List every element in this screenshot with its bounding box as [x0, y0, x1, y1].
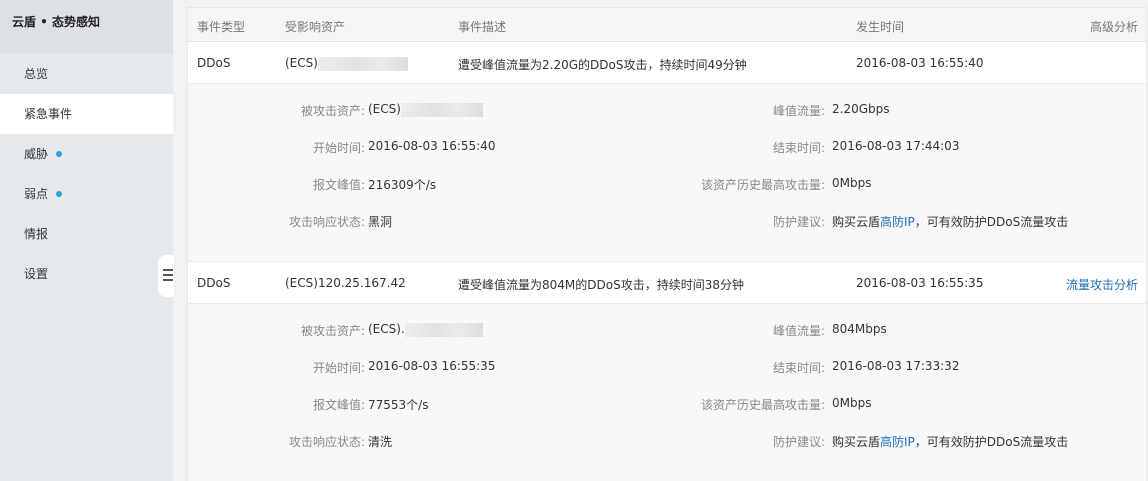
end-time-value: 2016-08-03 17:44:03: [832, 139, 960, 153]
peak-traffic-value: 2.20Gbps: [832, 102, 890, 116]
attacked-asset-value: (ECS).: [368, 322, 483, 337]
sidebar-item-weaknesses[interactable]: 弱点: [0, 174, 173, 214]
sidebar-item-label: 紧急事件: [24, 107, 73, 121]
end-time-value: 2016-08-03 17:33:32: [832, 359, 960, 373]
protection-advice-value: 购买云盾高防IP，可有效防护DDoS流量攻击: [832, 435, 1069, 449]
event-type: DDoS: [197, 56, 231, 70]
sidebar-item-intelligence[interactable]: 情报: [0, 214, 173, 254]
header-advanced-analysis: 高级分析: [1090, 20, 1139, 34]
protection-advice-label: 防护建议:: [772, 215, 825, 229]
occurrence-time: 2016-08-03 16:55:35: [856, 276, 984, 290]
history-max-label: 该资产历史最高攻击量:: [700, 178, 825, 192]
protection-advice-label: 防护建议:: [772, 435, 825, 449]
start-time-label: 开始时间:: [312, 141, 365, 155]
sidebar-item-emergency-events[interactable]: 紧急事件: [0, 94, 173, 134]
peak-traffic-label: 峰值流量:: [772, 324, 825, 338]
detail-row: 开始时间: 2016-08-03 16:55:40 结束时间: 2016-08-…: [188, 128, 1146, 165]
peak-traffic-label: 峰值流量:: [772, 104, 825, 118]
start-time-value: 2016-08-03 16:55:40: [368, 139, 496, 153]
event-item: DDoS (ECS)120.25.167.42 遭受峰值流量为804M的DDoS…: [188, 262, 1146, 481]
sidebar-item-label: 威胁: [24, 147, 49, 161]
history-max-value: 0Mbps: [832, 176, 872, 190]
notification-dot-icon: [56, 190, 63, 197]
history-max-value: 0Mbps: [832, 396, 872, 410]
anti-ddos-ip-link[interactable]: 高防IP: [880, 215, 915, 229]
event-type: DDoS: [197, 276, 231, 290]
attacked-asset-value: (ECS): [368, 102, 483, 117]
start-time-value: 2016-08-03 16:55:35: [368, 359, 496, 373]
redacted-ip: [404, 322, 483, 337]
notification-dot-icon: [56, 150, 63, 157]
response-status-label: 攻击响应状态:: [288, 215, 365, 229]
event-description: 遭受峰值流量为2.20G的DDoS攻击，持续时间49分钟: [458, 58, 747, 72]
detail-row: 被攻击资产: (ECS) 峰值流量: 2.20Gbps: [188, 91, 1146, 128]
sidebar-item-label: 情报: [24, 227, 49, 241]
end-time-label: 结束时间:: [772, 141, 825, 155]
attacked-asset-label: 被攻击资产:: [300, 324, 365, 338]
header-affected-asset: 受影响资产: [285, 20, 346, 34]
sidebar-collapse-handle[interactable]: [158, 255, 174, 297]
table-header: 事件类型 受影响资产 事件描述 发生时间 高级分析: [188, 8, 1146, 42]
sidebar-item-label: 弱点: [24, 187, 49, 201]
affected-asset: (ECS): [285, 56, 408, 71]
event-item: DDoS (ECS) 遭受峰值流量为2.20G的DDoS攻击，持续时间49分钟 …: [188, 42, 1146, 262]
table-row[interactable]: DDoS (ECS)120.25.167.42 遭受峰值流量为804M的DDoS…: [188, 262, 1146, 304]
detail-row: 开始时间: 2016-08-03 16:55:35 结束时间: 2016-08-…: [188, 348, 1146, 385]
table-row[interactable]: DDoS (ECS) 遭受峰值流量为2.20G的DDoS攻击，持续时间49分钟 …: [188, 42, 1146, 84]
menu-icon: [163, 269, 173, 283]
packet-peak-value: 216309个/s: [368, 178, 437, 192]
event-details: 被攻击资产: (ECS) 峰值流量: 2.20Gbps 开始时间: 2016-0…: [188, 84, 1146, 262]
detail-row: 被攻击资产: (ECS). 峰值流量: 804Mbps: [188, 311, 1146, 348]
sidebar-item-settings[interactable]: 设置: [0, 254, 173, 294]
redacted-ip: [317, 56, 408, 71]
sidebar-item-label: 设置: [24, 267, 49, 281]
sidebar: 云盾 • 态势感知 总览 紧急事件 威胁 弱点 情报 设置: [0, 0, 173, 481]
detail-row: 攻击响应状态: 清洗 防护建议: 购买云盾高防IP，可有效防护DDoS流量攻击: [188, 422, 1146, 459]
occurrence-time: 2016-08-03 16:55:40: [856, 56, 984, 70]
detail-row: 报文峰值: 216309个/s 该资产历史最高攻击量: 0Mbps: [188, 165, 1146, 202]
response-status-label: 攻击响应状态:: [288, 435, 365, 449]
events-table: 事件类型 受影响资产 事件描述 发生时间 高级分析 DDoS (ECS) 遭受峰…: [187, 7, 1147, 481]
affected-asset: (ECS)120.25.167.42: [285, 276, 406, 290]
peak-traffic-value: 804Mbps: [832, 322, 887, 336]
header-occurrence-time: 发生时间: [856, 20, 905, 34]
redacted-ip: [400, 102, 483, 117]
packet-peak-value: 77553个/s: [368, 398, 429, 412]
attacked-asset-label: 被攻击资产:: [300, 104, 365, 118]
protection-advice-value: 购买云盾高防IP，可有效防护DDoS流量攻击: [832, 215, 1069, 229]
end-time-label: 结束时间:: [772, 361, 825, 375]
packet-peak-label: 报文峰值:: [312, 178, 365, 192]
traffic-attack-analysis-link[interactable]: 流量攻击分析: [1066, 276, 1138, 293]
event-description: 遭受峰值流量为804M的DDoS攻击，持续时间38分钟: [458, 278, 744, 292]
event-details: 被攻击资产: (ECS). 峰值流量: 804Mbps 开始时间: 2016-0…: [188, 304, 1146, 481]
brand-title: 云盾 • 态势感知: [0, 0, 173, 54]
sidebar-item-threats[interactable]: 威胁: [0, 134, 173, 174]
start-time-label: 开始时间:: [312, 361, 365, 375]
packet-peak-label: 报文峰值:: [312, 398, 365, 412]
detail-row: 报文峰值: 77553个/s 该资产历史最高攻击量: 0Mbps: [188, 385, 1146, 422]
history-max-label: 该资产历史最高攻击量:: [700, 398, 825, 412]
detail-row: 攻击响应状态: 黑洞 防护建议: 购买云盾高防IP，可有效防护DDoS流量攻击: [188, 202, 1146, 239]
anti-ddos-ip-link[interactable]: 高防IP: [880, 435, 915, 449]
header-event-type: 事件类型: [197, 20, 246, 34]
sidebar-item-overview[interactable]: 总览: [0, 54, 173, 94]
sidebar-item-label: 总览: [24, 67, 49, 81]
response-status-value: 黑洞: [368, 215, 393, 229]
response-status-value: 清洗: [368, 435, 393, 449]
header-event-description: 事件描述: [458, 20, 507, 34]
